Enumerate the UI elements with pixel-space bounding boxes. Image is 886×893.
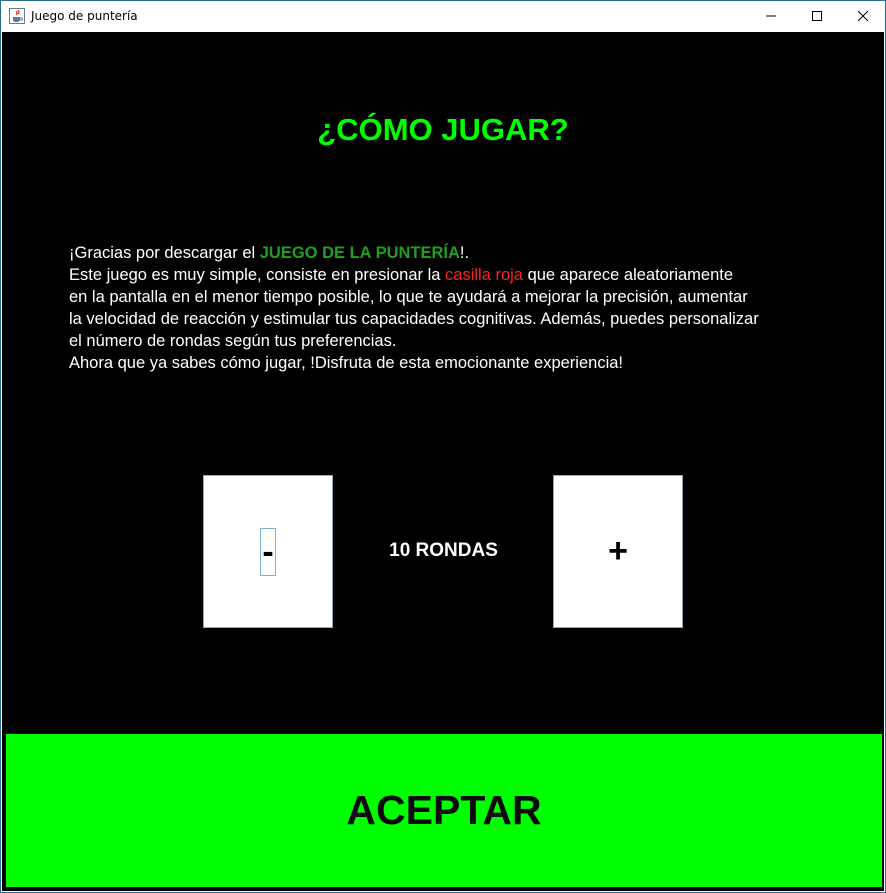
accept-button[interactable]: ACEPTAR (6, 734, 882, 887)
minimize-button[interactable] (748, 1, 794, 32)
instructions-line: Ahora que ya sabes cómo jugar, !Disfruta… (69, 354, 623, 372)
close-icon (857, 8, 869, 26)
instructions-line: ¡Gracias por descargar el JUEGO DE LA PU… (69, 242, 849, 264)
rounds-counter: 10 RONDAS (389, 540, 498, 561)
instructions-text: ¡Gracias por descargar el JUEGO DE LA PU… (69, 242, 849, 374)
plus-label: + (608, 532, 628, 570)
text-segment: que aparece aleatoriamente (522, 266, 734, 284)
minimize-icon (766, 8, 776, 26)
window-title: Juego de puntería (31, 9, 138, 23)
minus-label: - (260, 527, 276, 576)
title-bar[interactable]: Juego de puntería (1, 1, 885, 32)
game-panel: ¿CÓMO JUGAR? ¡Gracias por descargar el J… (2, 32, 884, 891)
instructions-line: la velocidad de reacción y estimular tus… (69, 310, 759, 328)
red-box-highlight: casilla roja (445, 266, 523, 284)
instructions-line: el número de rondas según tus preferenci… (69, 332, 397, 350)
increase-rounds-button[interactable]: + (553, 475, 683, 628)
java-cup-icon (9, 8, 25, 24)
close-button[interactable] (840, 1, 886, 32)
app-window: Juego de puntería ¿CÓMO JUGAR? ¡Gracias … (0, 0, 886, 893)
maximize-icon (812, 8, 822, 26)
text-segment: Este juego es muy simple, consiste en pr… (69, 266, 446, 284)
text-segment: !. (459, 244, 470, 262)
decrease-rounds-button[interactable]: - (203, 475, 333, 628)
game-name-highlight: JUEGO DE LA PUNTERÍA (259, 244, 460, 262)
page-title: ¿CÓMO JUGAR? (317, 112, 569, 147)
instructions-line: Este juego es muy simple, consiste en pr… (69, 264, 849, 286)
instructions-line: en la pantalla en el menor tiempo posibl… (69, 288, 748, 306)
text-segment: ¡Gracias por descargar el (69, 244, 260, 262)
maximize-button[interactable] (794, 1, 840, 32)
